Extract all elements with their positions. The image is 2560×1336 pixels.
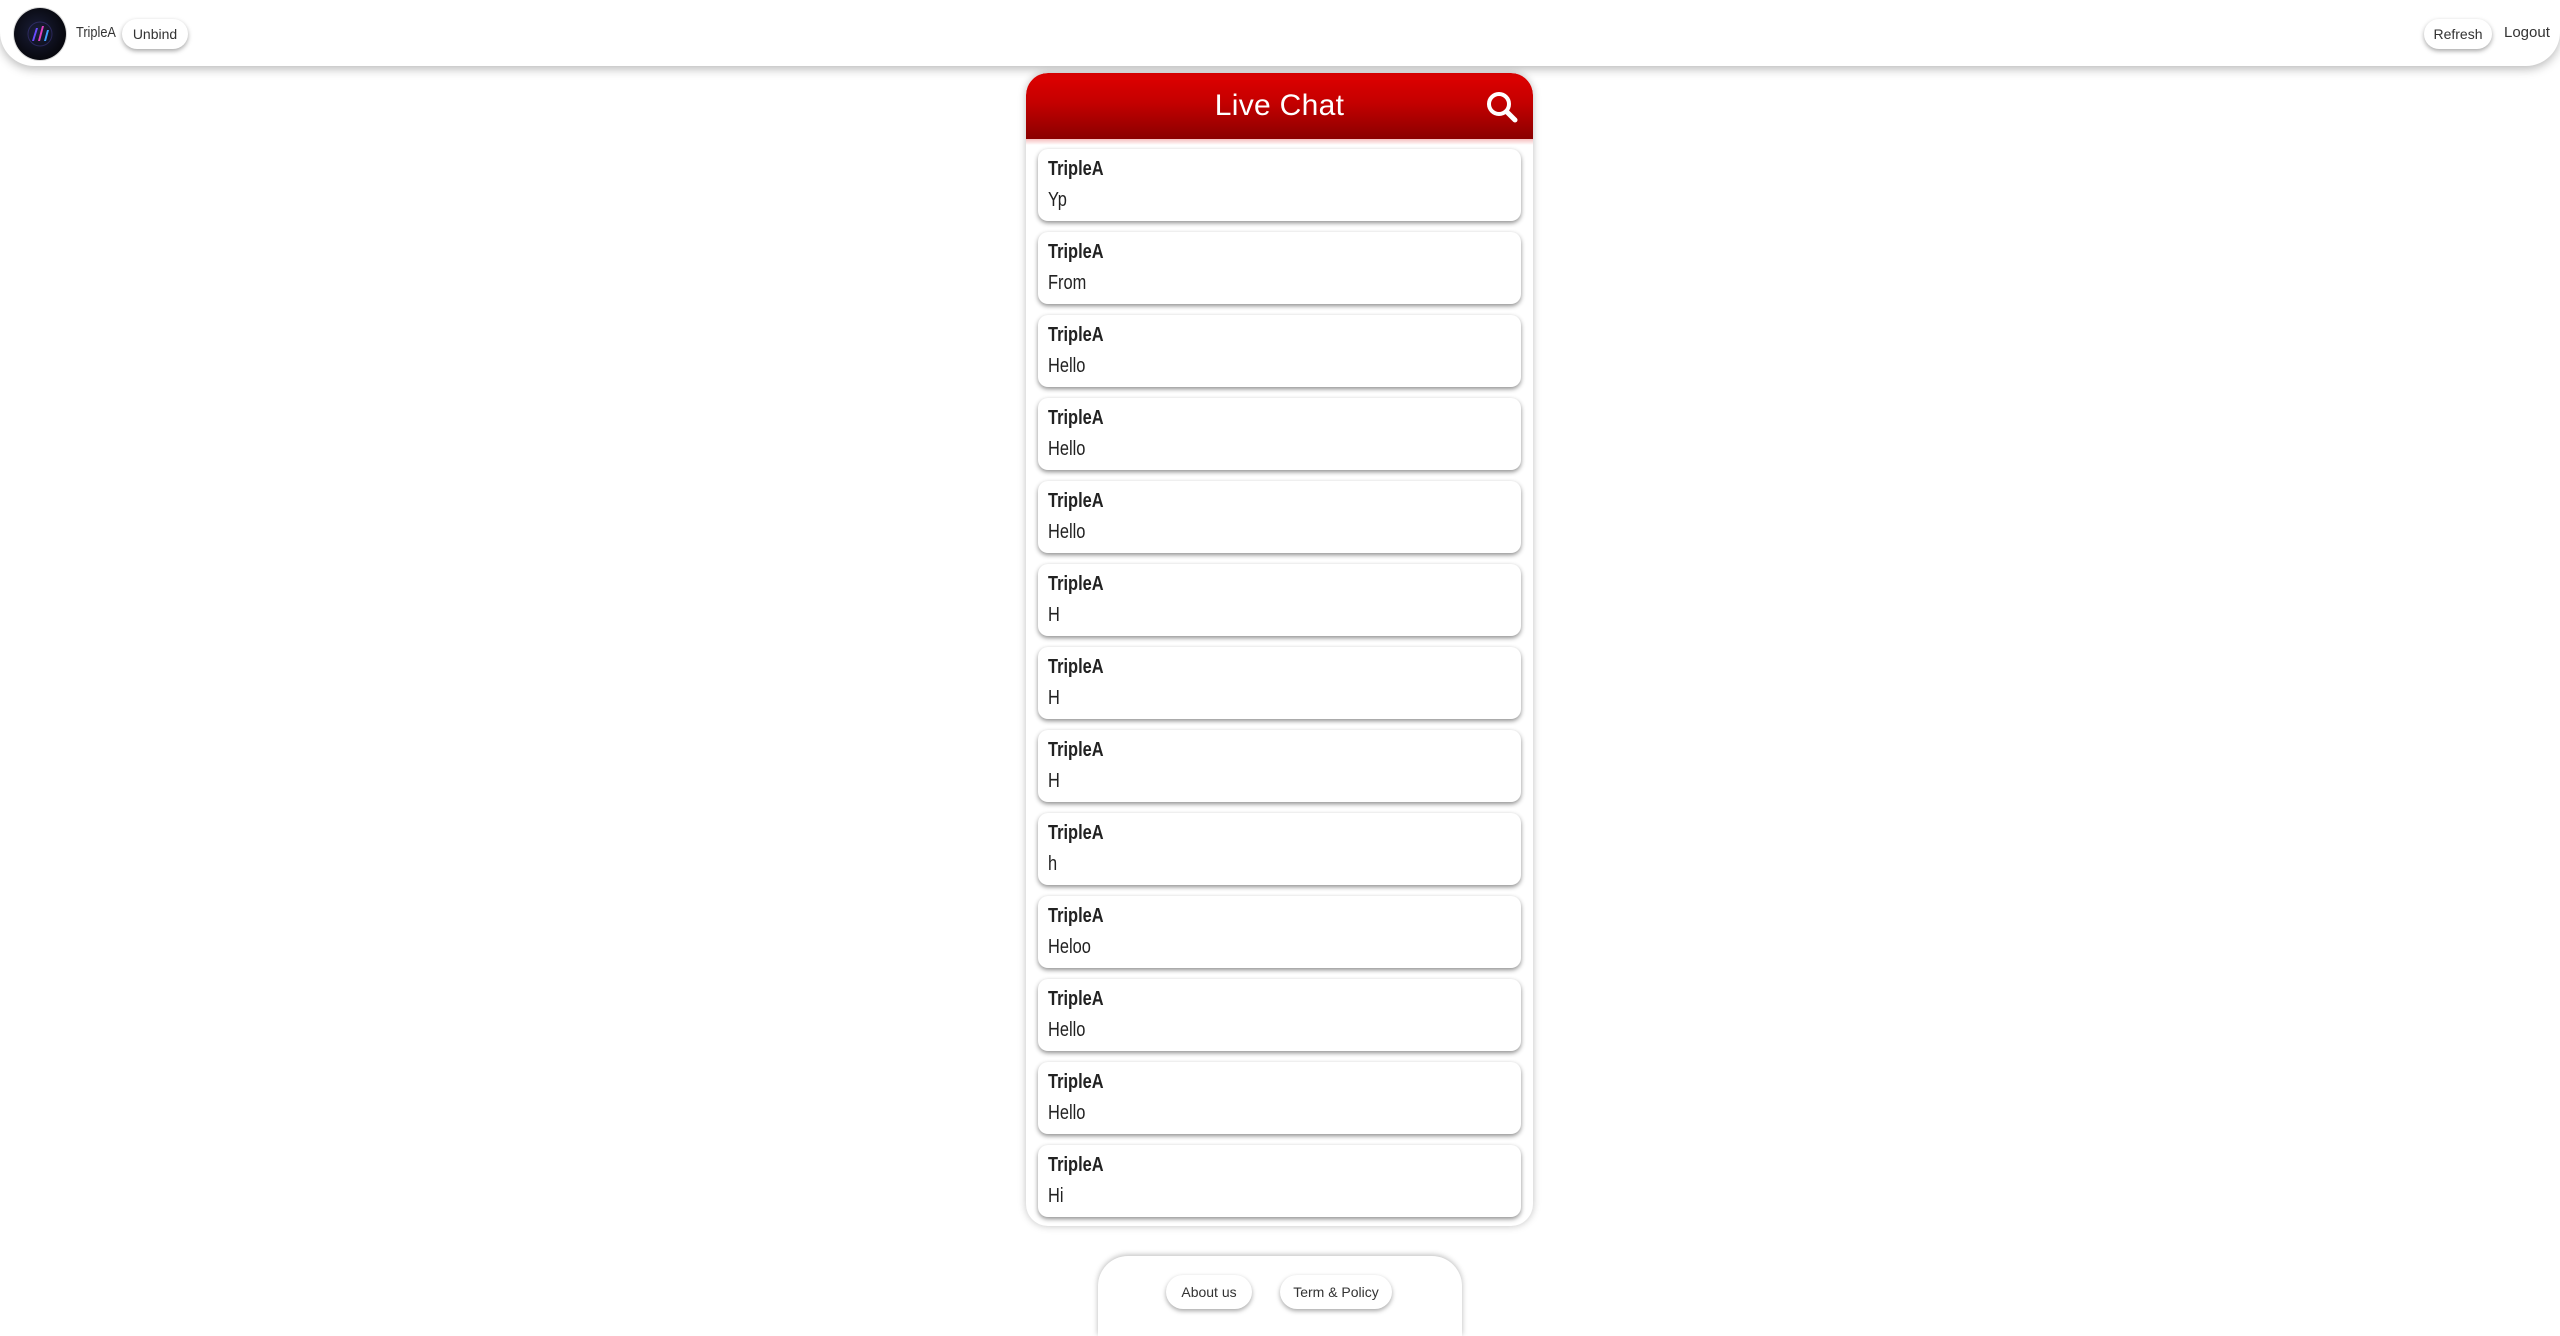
message-author: TripleA: [1048, 822, 1104, 844]
logo-avatar-icon: [27, 21, 53, 47]
message-item: TripleA From: [1038, 232, 1521, 304]
refresh-button[interactable]: Refresh: [2424, 19, 2492, 49]
live-chat-panel: Live Chat TripleA Yp TripleA From Triple…: [1026, 73, 1533, 1226]
message-item: TripleA Hello: [1038, 398, 1521, 470]
message-text: Hello: [1048, 438, 1086, 460]
message-text: h: [1048, 853, 1058, 875]
logout-link[interactable]: Logout: [2504, 24, 2550, 41]
terms-policy-button[interactable]: Term & Policy: [1280, 1275, 1392, 1309]
search-icon[interactable]: [1484, 89, 1520, 125]
message-item: TripleA Hello: [1038, 481, 1521, 553]
message-text: H: [1048, 604, 1060, 626]
message-author: TripleA: [1048, 407, 1104, 429]
message-author: TripleA: [1048, 1154, 1104, 1176]
message-item: TripleA H: [1038, 564, 1521, 636]
message-item: TripleA Heloo: [1038, 896, 1521, 968]
message-text: Yp: [1048, 189, 1067, 211]
top-bar: TripleA Unbind Refresh Logout: [0, 0, 2560, 66]
message-author: TripleA: [1048, 241, 1104, 263]
message-text: Hello: [1048, 1019, 1086, 1041]
message-author: TripleA: [1048, 1071, 1104, 1093]
unbind-button[interactable]: Unbind: [122, 19, 188, 49]
message-text: H: [1048, 687, 1060, 709]
message-author: TripleA: [1048, 324, 1104, 346]
message-text: Hello: [1048, 1102, 1086, 1124]
message-text: Heloo: [1048, 936, 1091, 958]
message-text: Hello: [1048, 355, 1086, 377]
message-text: Hi: [1048, 1185, 1064, 1207]
message-text: From: [1048, 272, 1087, 294]
message-author: TripleA: [1048, 490, 1104, 512]
message-item: TripleA H: [1038, 647, 1521, 719]
avatar[interactable]: [14, 8, 66, 60]
message-text: H: [1048, 770, 1060, 792]
chat-header: Live Chat: [1026, 73, 1533, 145]
message-item: TripleA H: [1038, 730, 1521, 802]
message-item: TripleA h: [1038, 813, 1521, 885]
message-item: TripleA Hello: [1038, 979, 1521, 1051]
message-author: TripleA: [1048, 905, 1104, 927]
username-label: TripleA: [76, 24, 116, 41]
message-author: TripleA: [1048, 573, 1104, 595]
message-author: TripleA: [1048, 656, 1104, 678]
message-text: Hello: [1048, 521, 1086, 543]
footer: About us Term & Policy: [1098, 1256, 1462, 1336]
about-us-button[interactable]: About us: [1166, 1275, 1252, 1309]
message-author: TripleA: [1048, 739, 1104, 761]
message-item: TripleA Hello: [1038, 315, 1521, 387]
message-author: TripleA: [1048, 988, 1104, 1010]
message-list: TripleA Yp TripleA From TripleA Hello Tr…: [1038, 149, 1521, 1226]
message-item: TripleA Hello: [1038, 1062, 1521, 1134]
message-item: TripleA Yp: [1038, 149, 1521, 221]
message-item: TripleA Hi: [1038, 1145, 1521, 1217]
chat-title: Live Chat: [1214, 89, 1345, 122]
message-author: TripleA: [1048, 158, 1104, 180]
